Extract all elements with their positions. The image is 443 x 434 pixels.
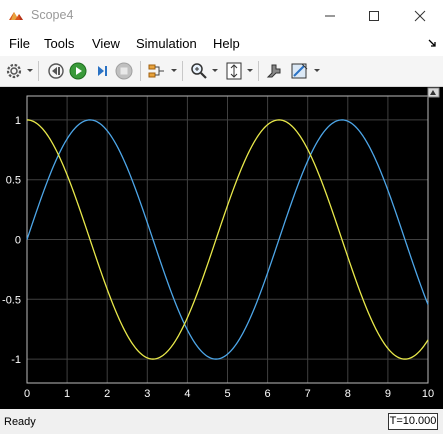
menu-file[interactable]: File: [9, 36, 30, 51]
x-tick-label: 5: [224, 388, 230, 400]
toolbar-separator: [258, 61, 259, 81]
minimize-button[interactable]: [307, 0, 353, 32]
matlab-scope-icon: [9, 12, 23, 20]
close-icon: [414, 10, 426, 22]
x-tick-label: 7: [305, 388, 311, 400]
x-tick-label: 8: [345, 388, 351, 400]
x-tick-label: 10: [422, 388, 434, 400]
scope-window: Scope4 File Tools View Simulation Help 0…: [0, 0, 443, 434]
dock-arrow-icon[interactable]: [427, 38, 437, 48]
y-tick-label: 1: [15, 115, 21, 127]
settings-gear-icon[interactable]: [4, 61, 24, 81]
toolbar-separator: [182, 61, 183, 81]
x-tick-label: 4: [184, 388, 190, 400]
x-tick-label: 0: [24, 388, 30, 400]
close-button[interactable]: [397, 0, 443, 32]
signal-selector-icon[interactable]: [147, 61, 167, 81]
highlight-dropdown-arrow[interactable]: [314, 69, 320, 72]
x-tick-label: 6: [265, 388, 271, 400]
zoom-icon[interactable]: [189, 61, 209, 81]
signal-selector-dropdown-arrow[interactable]: [171, 69, 177, 72]
autoscale-dropdown-arrow[interactable]: [247, 69, 253, 72]
maximize-button[interactable]: [351, 0, 397, 32]
title-bar[interactable]: Scope4: [0, 0, 443, 32]
status-text: Ready: [4, 416, 36, 428]
menu-tools[interactable]: Tools: [44, 36, 74, 51]
menu-help[interactable]: Help: [213, 36, 240, 51]
autoscale-icon[interactable]: [224, 61, 244, 81]
y-tick-label: 0.5: [6, 175, 21, 187]
step-back-icon[interactable]: [46, 61, 66, 81]
scope-display[interactable]: 0 1 2 3 4 5 6 7 8 9 10 -1 -0.5 0 0.5 1: [0, 87, 443, 409]
settings-dropdown-arrow[interactable]: [27, 69, 33, 72]
zoom-dropdown-arrow[interactable]: [212, 69, 218, 72]
x-tick-label: 9: [385, 388, 391, 400]
stop-icon[interactable]: [114, 61, 134, 81]
cursor-measurement-icon[interactable]: [265, 61, 285, 81]
step-forward-icon[interactable]: [92, 61, 112, 81]
y-tick-label: -1: [11, 354, 21, 366]
menu-simulation[interactable]: Simulation: [136, 36, 197, 51]
y-tick-label: 0: [15, 235, 21, 247]
y-tick-label: -0.5: [2, 294, 21, 306]
minimize-icon: [325, 15, 335, 17]
x-tick-label: 1: [64, 388, 70, 400]
maximize-icon: [369, 11, 379, 21]
toolbar-separator: [140, 61, 141, 81]
highlight-icon[interactable]: [290, 61, 310, 81]
status-bar: Ready T=10.000: [0, 410, 443, 434]
x-tick-label: 2: [104, 388, 110, 400]
toolbar-separator: [38, 61, 39, 81]
simulation-time: T=10.000: [388, 413, 438, 430]
menu-view[interactable]: View: [92, 36, 120, 51]
scope-plot[interactable]: 0 1 2 3 4 5 6 7 8 9 10 -1 -0.5 0 0.5 1: [0, 87, 443, 409]
run-icon[interactable]: [68, 61, 88, 81]
x-tick-label: 3: [144, 388, 150, 400]
toolbar: [0, 56, 443, 87]
menu-bar: File Tools View Simulation Help: [0, 32, 443, 56]
expand-axes-icon[interactable]: [427, 87, 440, 98]
window-title: Scope4: [31, 8, 74, 22]
